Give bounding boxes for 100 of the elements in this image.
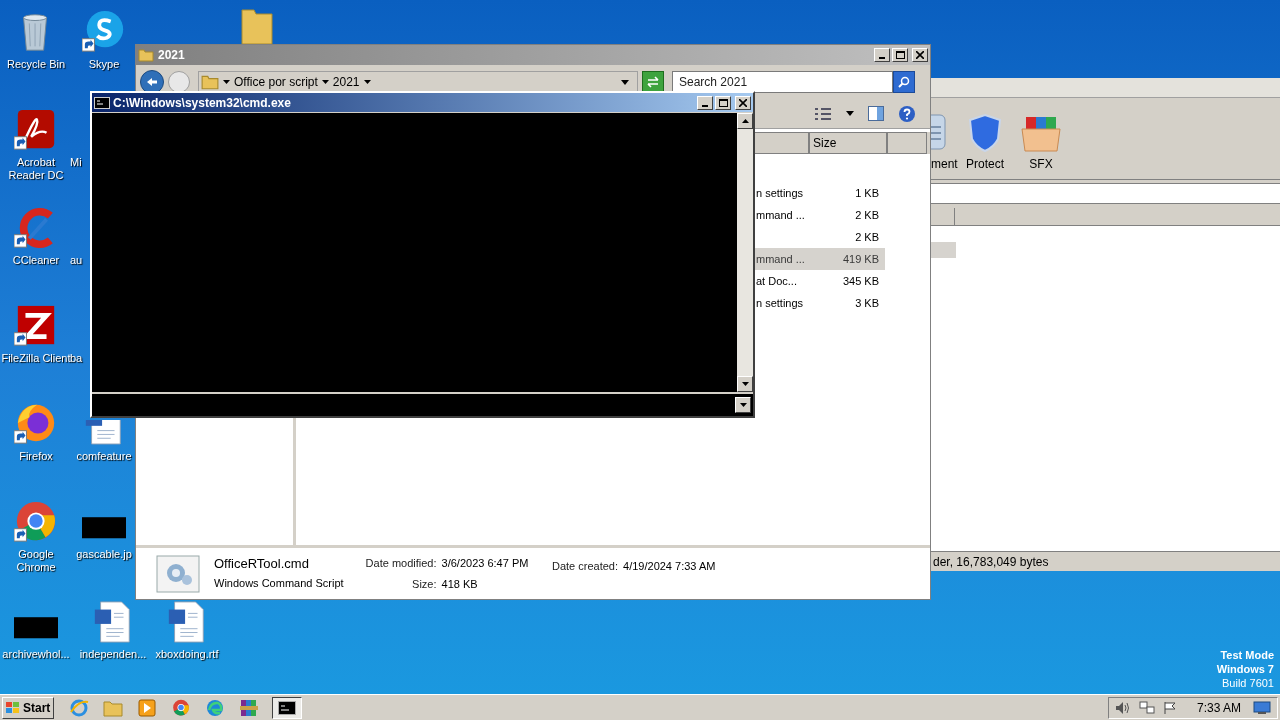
minimize-button[interactable] xyxy=(874,48,890,62)
icon-label: Mi xyxy=(69,156,82,169)
icon-label: au xyxy=(69,254,83,267)
file-row[interactable]: n settings 3 KB xyxy=(753,292,885,314)
file-size: 419 KB xyxy=(841,251,879,267)
column-header[interactable] xyxy=(753,132,809,154)
breadcrumb[interactable]: 2021 xyxy=(332,73,360,91)
help-icon[interactable] xyxy=(898,104,916,123)
back-button[interactable] xyxy=(140,70,164,94)
search-field[interactable]: Search 2021 xyxy=(672,71,893,93)
file-row[interactable]: n settings 1 KB xyxy=(753,182,885,204)
column-header[interactable]: Size xyxy=(809,132,887,154)
icon-label: Recycle Bin xyxy=(6,58,66,71)
icon-label: xboxdoing.rtf xyxy=(155,648,219,661)
system-notice: Test Mode xyxy=(1220,648,1274,662)
icon-label: FileZilla Client xyxy=(1,352,71,365)
icon-label: CCleaner xyxy=(12,254,60,267)
breadcrumb[interactable]: Office por script xyxy=(234,73,318,91)
windows-logo-icon xyxy=(5,700,21,715)
down-arrow-icon xyxy=(741,382,749,386)
icon-label: Skype xyxy=(88,58,120,71)
desktop-shortcut-icon[interactable] xyxy=(82,10,126,54)
console-icon xyxy=(278,700,296,715)
icon-label: Google Chrome xyxy=(15,548,57,574)
media-player-icon[interactable] xyxy=(138,698,156,717)
close-button[interactable] xyxy=(735,95,751,110)
icon-label: independen... xyxy=(79,648,147,661)
start-button[interactable]: Start xyxy=(2,696,54,719)
minimize-icon xyxy=(879,57,885,59)
file-row[interactable]: at Doc... 345 KB xyxy=(753,270,885,292)
maximize-icon xyxy=(718,98,728,107)
view-options-icon[interactable] xyxy=(814,106,832,121)
network-icon[interactable] xyxy=(1138,700,1155,715)
icon-label: archivewhol... xyxy=(2,648,70,661)
refresh-icon xyxy=(646,76,660,88)
down-arrow-icon xyxy=(739,403,747,407)
scroll-down-button[interactable] xyxy=(737,376,753,392)
maximize-icon xyxy=(895,51,905,59)
caret-icon[interactable] xyxy=(321,80,329,84)
field-label: Date modified: xyxy=(364,555,437,571)
toolbar-button[interactable]: Protect xyxy=(957,113,1013,173)
folder-icon[interactable] xyxy=(240,6,274,44)
system-notice: Windows 7 xyxy=(1216,662,1274,676)
close-icon xyxy=(916,51,924,59)
field-value: 418 KB xyxy=(441,577,479,592)
file-size: 1 KB xyxy=(854,185,879,201)
close-button[interactable] xyxy=(912,48,928,62)
file-type: n settings xyxy=(756,296,804,309)
maximize-button[interactable] xyxy=(892,48,908,62)
taskbar-button[interactable] xyxy=(272,696,302,719)
file-type: mmand ... xyxy=(756,208,805,221)
script-file-icon xyxy=(156,554,200,593)
search-icon xyxy=(898,76,910,88)
caret-icon[interactable] xyxy=(363,80,371,84)
file-kind: Windows Command Script xyxy=(214,575,342,591)
close-icon xyxy=(739,98,747,107)
file-type: at Doc... xyxy=(756,274,797,287)
file-row[interactable]: mmand ... 2 KB xyxy=(753,204,885,226)
file-row[interactable]: 2 KB xyxy=(753,226,885,248)
maximize-button[interactable] xyxy=(715,95,731,110)
refresh-button[interactable] xyxy=(642,71,664,93)
field-label: Date created: xyxy=(552,559,619,574)
document-icon xyxy=(931,113,949,153)
file-type: n settings xyxy=(756,186,804,199)
file-type: mmand ... xyxy=(756,252,805,265)
scroll-up-button[interactable] xyxy=(737,113,753,129)
up-arrow-icon xyxy=(741,119,749,123)
dropdown-arrow-icon[interactable] xyxy=(621,79,629,85)
minimize-button[interactable] xyxy=(697,95,713,110)
archive-icon[interactable] xyxy=(239,697,259,718)
window-title: C:\Windows\system32\cmd.exe xyxy=(113,94,291,112)
flag-icon[interactable] xyxy=(1162,700,1177,715)
system-notice: Build 7601 xyxy=(1222,676,1274,690)
search-button[interactable] xyxy=(893,71,915,93)
dropdown-button[interactable] xyxy=(735,397,751,413)
icon-label: Firefox xyxy=(19,450,53,463)
field-value: 3/6/2023 6:47 PM xyxy=(441,555,530,571)
clock[interactable]: 7:33 AM xyxy=(1196,698,1241,717)
speaker-icon[interactable] xyxy=(1114,700,1131,715)
shield-icon xyxy=(967,113,1003,153)
address-bar[interactable] xyxy=(931,183,1280,204)
caret-icon[interactable] xyxy=(223,80,230,84)
show-desktop-icon[interactable] xyxy=(1253,700,1271,715)
status-bar: der, 16,783,049 bytes xyxy=(931,551,1280,571)
field-label: Size: xyxy=(411,577,437,592)
folder-icon xyxy=(138,47,154,63)
toolbar-button[interactable]: ment xyxy=(931,113,957,173)
field-value: 4/19/2024 7:33 AM xyxy=(623,559,716,574)
icon-label: comfeature xyxy=(76,450,132,463)
file-size: 3 KB xyxy=(854,295,879,311)
preview-pane-icon[interactable] xyxy=(868,106,884,121)
desktop-shortcut-icon[interactable] xyxy=(14,500,58,544)
window-title: 2021 xyxy=(158,47,185,64)
file-row[interactable]: mmand ... 419 KB xyxy=(753,248,885,270)
file-size: 2 KB xyxy=(854,229,879,245)
address-field[interactable]: Office por script 2021 xyxy=(198,71,638,93)
console-icon xyxy=(94,96,110,109)
toolbar-button[interactable]: SFX xyxy=(1013,113,1069,173)
chrome-icon[interactable] xyxy=(172,698,190,717)
caret-icon[interactable] xyxy=(846,111,854,116)
